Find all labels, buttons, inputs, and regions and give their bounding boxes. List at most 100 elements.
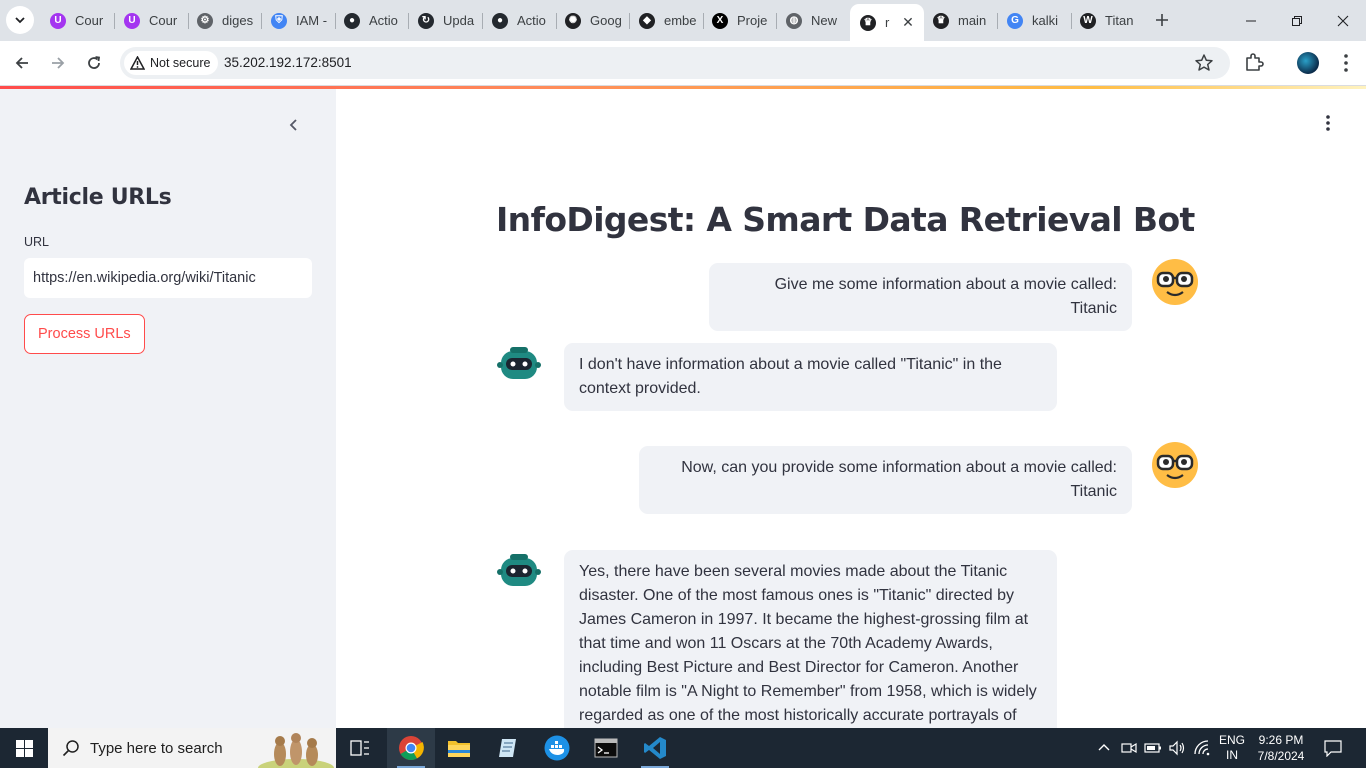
- app-menu-icon[interactable]: [1318, 113, 1338, 133]
- taskbar-clock[interactable]: 9:26 PM 7/8/2024: [1252, 732, 1310, 764]
- streamlit-icon: ♛: [860, 14, 876, 31]
- user-avatar-icon: [1152, 442, 1198, 488]
- tab-title: embe: [664, 13, 697, 28]
- vscode-taskbar-button[interactable]: [631, 728, 679, 768]
- browser-tab[interactable]: U Cour: [114, 4, 188, 37]
- process-urls-button[interactable]: Process URLs: [24, 314, 145, 354]
- close-icon: [1337, 15, 1349, 26]
- volume-icon[interactable]: [1168, 740, 1186, 756]
- warning-icon: [130, 56, 145, 70]
- sync-icon: ↻: [418, 12, 434, 29]
- language-code: ENG: [1218, 733, 1245, 747]
- address-bar[interactable]: Not secure 35.202.192.172:8501: [120, 47, 1230, 79]
- url-input[interactable]: [24, 258, 312, 298]
- start-button[interactable]: [0, 728, 48, 768]
- cohere-icon: ◆: [639, 12, 655, 29]
- github-icon: ●: [492, 12, 508, 29]
- sidebar-heading: Article URLs: [24, 185, 172, 210]
- notification-icon[interactable]: [1324, 739, 1342, 757]
- plus-icon: [1156, 14, 1168, 26]
- back-button[interactable]: [8, 49, 36, 77]
- shield-icon: ⛨: [271, 12, 287, 29]
- task-view-icon: [350, 740, 369, 756]
- tab-title: Goog: [590, 13, 622, 28]
- tab-title: Proje: [737, 13, 768, 28]
- tab-title: Actio: [369, 13, 398, 28]
- notes-app-taskbar-button[interactable]: [484, 728, 532, 768]
- docker-taskbar-button[interactable]: [533, 728, 581, 768]
- browser-tab[interactable]: W Titan: [1070, 4, 1144, 37]
- tab-title: IAM -: [296, 13, 328, 28]
- reload-icon: [88, 56, 101, 69]
- browser-menu-icon[interactable]: [1336, 51, 1356, 75]
- arrow-right-icon: [52, 57, 65, 69]
- assistant-message: I don't have information about a movie c…: [564, 343, 1057, 411]
- browser-tab[interactable]: Gkalki: [997, 4, 1071, 37]
- chevron-down-icon: [15, 17, 25, 24]
- clock-date: 7/8/2024: [1257, 749, 1305, 763]
- browser-tab[interactable]: ⛨ IAM -: [261, 4, 335, 37]
- chevron-up-icon[interactable]: [1097, 741, 1111, 755]
- profile-avatar[interactable]: [1297, 52, 1319, 74]
- url-text[interactable]: 35.202.192.172:8501: [224, 55, 352, 70]
- user-avatar-icon: [1152, 259, 1198, 305]
- browser-tab[interactable]: ⚙ diges: [187, 4, 261, 37]
- new-tab-button[interactable]: [1150, 8, 1174, 32]
- reload-button[interactable]: [80, 49, 108, 77]
- restore-button[interactable]: [1274, 0, 1320, 41]
- browser-tab[interactable]: ♛ r ✕: [850, 4, 924, 41]
- browser-tab[interactable]: ↻ Upda: [408, 4, 482, 37]
- close-tab-icon[interactable]: ✕: [900, 14, 916, 31]
- terminal-taskbar-button[interactable]: [582, 728, 630, 768]
- forward-button[interactable]: [44, 49, 72, 77]
- security-chip[interactable]: Not secure: [124, 51, 219, 75]
- notepad-icon: [499, 739, 516, 757]
- tab-title: diges: [222, 13, 254, 28]
- region-code: IN: [1226, 748, 1238, 762]
- browser-tab[interactable]: ♛ main: [923, 4, 997, 37]
- page-title: InfoDigest: A Smart Data Retrieval Bot: [496, 200, 1195, 239]
- google-icon: G: [1007, 12, 1023, 29]
- windows-logo-icon: [15, 739, 33, 757]
- security-label: Not secure: [150, 56, 211, 70]
- openai-icon: ✺: [565, 12, 581, 29]
- wifi-icon[interactable]: [1193, 740, 1211, 756]
- url-field-label: URL: [24, 235, 50, 249]
- taskbar-search[interactable]: Type here to search: [48, 728, 336, 768]
- arrow-left-icon: [15, 57, 28, 69]
- meet-now-icon[interactable]: [1121, 740, 1137, 756]
- minimize-button[interactable]: [1228, 0, 1274, 41]
- browser-tab[interactable]: ◍ New: [776, 4, 850, 37]
- browser-tab[interactable]: ✺ Goog: [555, 4, 629, 37]
- close-window-button[interactable]: [1320, 0, 1366, 41]
- browser-tab-strip: U Cour U Cour ⚙ diges ⛨ IAM - ● Actio ↻ Upda ● Actio ✺…: [0, 0, 1366, 41]
- search-placeholder: Type here to search: [90, 739, 223, 757]
- browser-tab[interactable]: ◆ embe: [629, 4, 703, 37]
- tab-title: kalki: [1032, 13, 1059, 28]
- restore-icon: [1292, 15, 1302, 26]
- chrome-taskbar-button[interactable]: [387, 728, 435, 768]
- browser-tab[interactable]: ● Actio: [334, 4, 408, 37]
- task-view-button[interactable]: [336, 728, 384, 768]
- file-explorer-taskbar-button[interactable]: [435, 728, 483, 768]
- tab-title: r: [885, 15, 890, 30]
- language-indicator[interactable]: ENG IN: [1218, 733, 1246, 763]
- browser-tab[interactable]: ● Actio: [482, 4, 556, 37]
- vscode-icon: [644, 737, 666, 759]
- meerkat-illustration-icon: [258, 733, 334, 768]
- tab-title: Actio: [517, 13, 546, 28]
- browser-tab[interactable]: U Cour: [40, 4, 114, 37]
- streamlit-icon: ♛: [933, 12, 949, 29]
- browser-tab[interactable]: X Proje: [702, 4, 776, 37]
- browser-toolbar: Not secure 35.202.192.172:8501: [0, 41, 1366, 86]
- collapse-sidebar-button[interactable]: [282, 113, 306, 137]
- bookmark-star-icon[interactable]: [1194, 53, 1214, 73]
- docker-icon: [544, 735, 570, 761]
- tab-search-button[interactable]: [6, 6, 34, 34]
- extensions-puzzle-icon[interactable]: [1243, 51, 1265, 73]
- github-icon: ●: [344, 12, 360, 29]
- main-content: InfoDigest: A Smart Data Retrieval Bot G…: [336, 89, 1366, 728]
- tab-title: New: [811, 13, 838, 28]
- user-message: Now, can you provide some information ab…: [639, 446, 1132, 514]
- battery-icon[interactable]: [1144, 740, 1162, 756]
